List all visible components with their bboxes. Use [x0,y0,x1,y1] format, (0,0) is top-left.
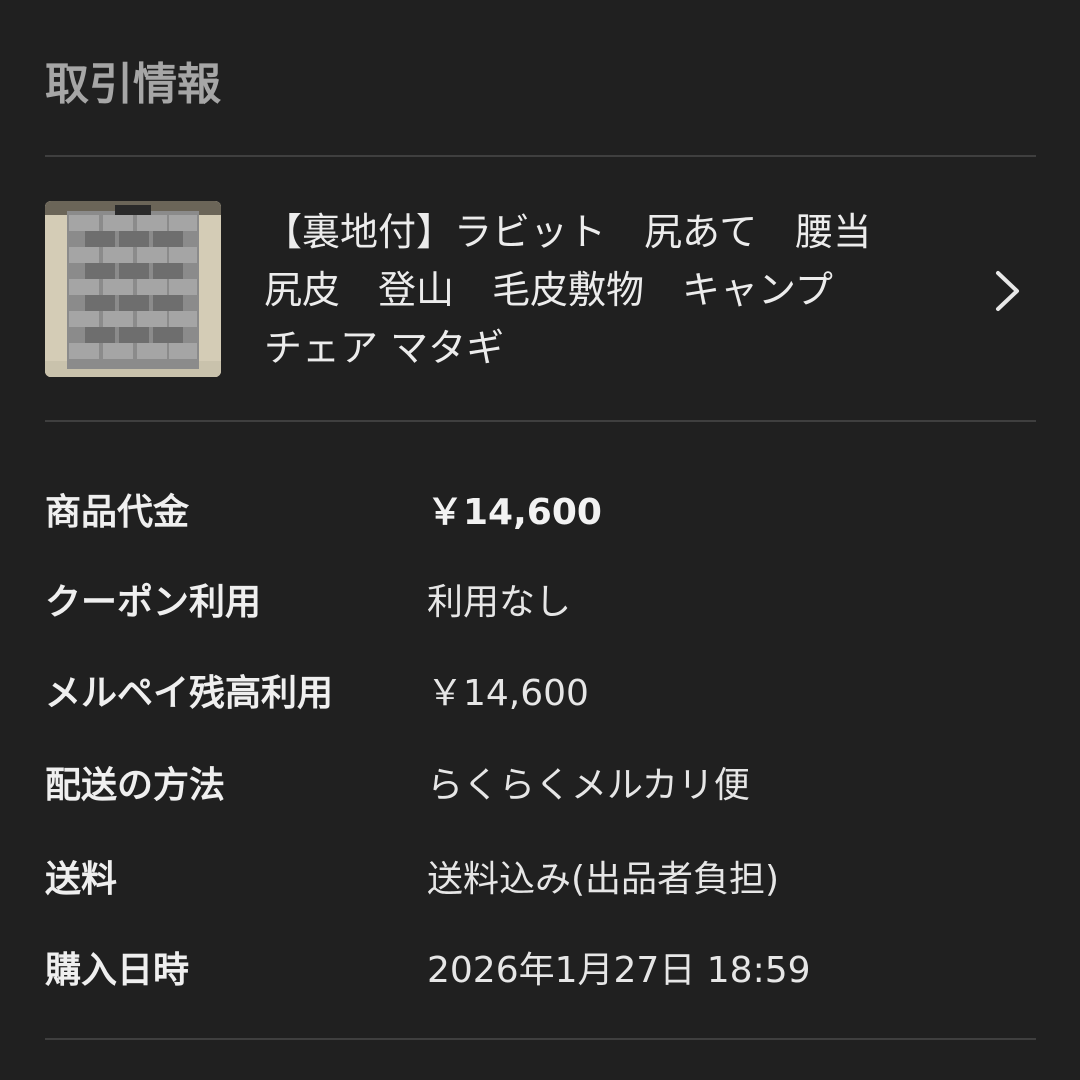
merpay-balance-value: ￥14,600 [427,673,589,714]
merpay-balance-label: メルペイ残高利用 [45,673,334,714]
shipping-fee-label: 送料 [45,859,118,900]
divider-top [45,155,1036,157]
divider-middle [45,420,1036,422]
fur-rug-photo-icon [45,201,221,377]
shipping-method-value: らくらくメルカリ便 [427,765,750,806]
coupon-value: 利用なし [427,582,572,623]
chevron-right-icon[interactable] [993,269,1023,313]
price-value: ￥14,600 [427,492,602,533]
shipping-method-label: 配送の方法 [45,765,226,806]
section-title: 取引情報 [45,59,221,110]
coupon-label: クーポン利用 [45,582,262,623]
shipping-fee-value: 送料込み(出品者負担) [427,859,780,900]
purchase-date-label: 購入日時 [45,950,190,991]
item-thumbnail[interactable] [45,201,221,377]
item-row[interactable]: 【裏地付】ラビット 尻あて 腰当 尻皮 登山 毛皮敷物 キャンプ チェア マタギ [45,201,1036,377]
purchase-date-value: 2026年1月27日 18:59 [427,950,811,991]
item-title[interactable]: 【裏地付】ラビット 尻あて 腰当 尻皮 登山 毛皮敷物 キャンプ チェア マタギ [264,203,954,377]
divider-bottom [45,1038,1036,1040]
price-label: 商品代金 [45,492,190,533]
